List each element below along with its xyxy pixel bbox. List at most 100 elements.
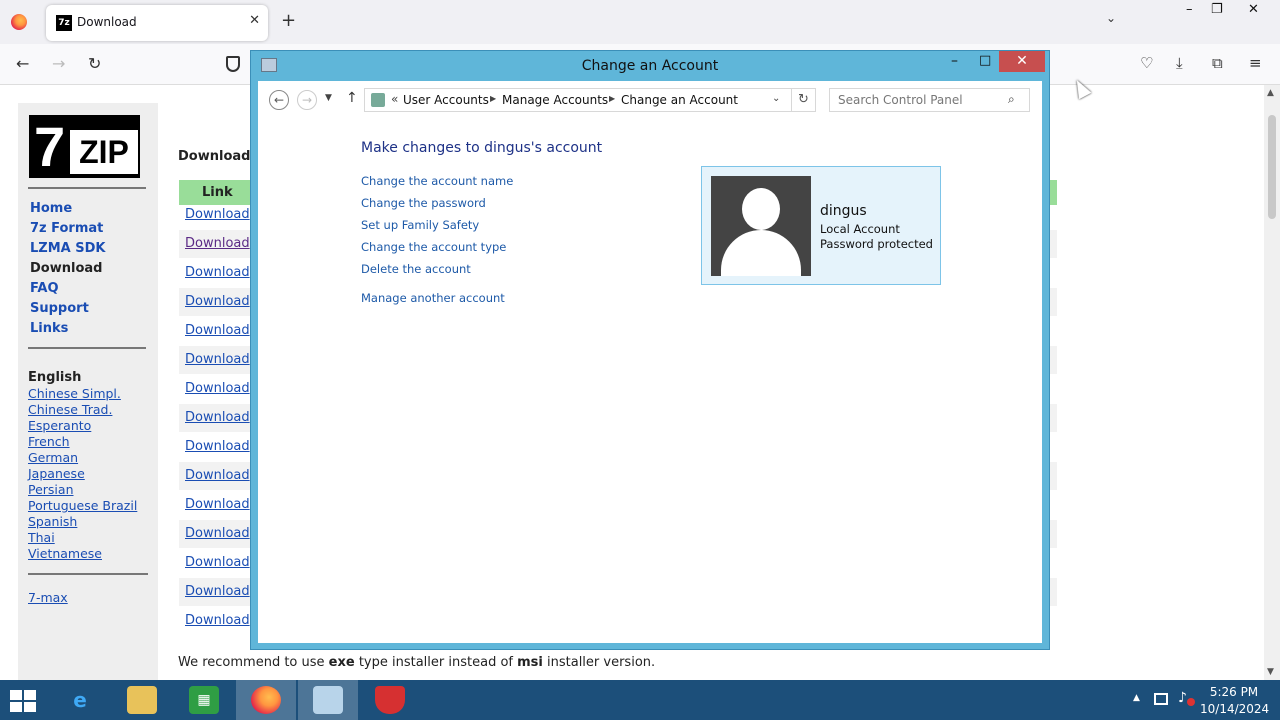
- page-scrollbar[interactable]: ▲ ▼: [1264, 85, 1280, 680]
- folder-icon: [127, 686, 157, 714]
- tab-download[interactable]: 7z Download ✕: [46, 5, 268, 41]
- download-link[interactable]: Download: [185, 352, 250, 367]
- language-heading: English: [28, 370, 82, 385]
- menu-7z-format[interactable]: 7z Format: [30, 221, 103, 236]
- menu-lzma-sdk[interactable]: LZMA SDK: [30, 241, 105, 256]
- up-level-icon[interactable]: ↑: [346, 90, 358, 106]
- menu-support[interactable]: Support: [30, 301, 89, 316]
- lang-vietnamese[interactable]: Vietnamese: [28, 546, 102, 561]
- lang-spanish[interactable]: Spanish: [28, 514, 77, 529]
- lang-german[interactable]: German: [28, 450, 78, 465]
- download-link[interactable]: Download: [185, 265, 250, 280]
- tab-title: Download: [77, 15, 137, 29]
- 7zip-logo[interactable]: 7 ZIP: [29, 115, 140, 178]
- manage-another-account-link[interactable]: Manage another account: [361, 291, 505, 305]
- taskbar-file-explorer[interactable]: [112, 680, 172, 720]
- address-dropdown-icon[interactable]: ⌄: [772, 93, 780, 104]
- change-account-name-link[interactable]: Change the account name: [361, 174, 513, 188]
- lang-thai[interactable]: Thai: [28, 530, 55, 545]
- download-link[interactable]: Download: [185, 207, 250, 222]
- download-link[interactable]: Download: [185, 323, 250, 338]
- scroll-up-icon[interactable]: ▲: [1267, 88, 1274, 98]
- window-titlebar[interactable]: Change an Account – □ ✕: [251, 51, 1049, 81]
- recent-locations-chevron-icon[interactable]: ▼: [325, 93, 332, 103]
- taskbar-internet-explorer[interactable]: e: [50, 680, 110, 720]
- download-link[interactable]: Download: [185, 555, 250, 570]
- breadcrumb-arrow-icon[interactable]: ▶: [609, 94, 615, 103]
- lang-chinese-simpl[interactable]: Chinese Simpl.: [28, 386, 121, 401]
- download-link[interactable]: Download: [185, 439, 250, 454]
- taskbar-control-panel[interactable]: [298, 680, 358, 720]
- download-link[interactable]: Download: [185, 236, 250, 251]
- firefox-icon: [251, 686, 281, 714]
- download-link[interactable]: Download: [185, 468, 250, 483]
- logo-seven: 7: [34, 115, 66, 178]
- extensions-icon[interactable]: ⧉: [1212, 54, 1223, 72]
- firefox-logo-icon[interactable]: [11, 14, 27, 30]
- breadcrumb[interactable]: « User Accounts ▶ Manage Accounts ▶ Chan…: [364, 88, 792, 112]
- download-heading: Download: [178, 149, 251, 164]
- download-link[interactable]: Download: [185, 526, 250, 541]
- lang-chinese-trad[interactable]: Chinese Trad.: [28, 402, 112, 417]
- download-link[interactable]: Download: [185, 613, 250, 628]
- lang-persian[interactable]: Persian: [28, 482, 74, 497]
- clock-date[interactable]: 10/14/2024: [1200, 702, 1269, 716]
- tracking-shield-icon[interactable]: [226, 56, 240, 72]
- breadcrumb-overflow[interactable]: «: [391, 92, 398, 106]
- downloads-icon[interactable]: ⤓: [1176, 54, 1183, 72]
- scroll-down-icon[interactable]: ▼: [1267, 667, 1274, 677]
- taskbar-firefox[interactable]: [236, 680, 296, 720]
- delete-account-link[interactable]: Delete the account: [361, 262, 471, 276]
- download-link[interactable]: Download: [185, 381, 250, 396]
- family-safety-link[interactable]: Set up Family Safety: [361, 218, 479, 232]
- reload-icon[interactable]: ↻: [88, 54, 101, 73]
- menu-links[interactable]: Links: [30, 321, 68, 336]
- pocket-icon[interactable]: ♡: [1140, 54, 1153, 72]
- back-button[interactable]: ←: [269, 90, 289, 110]
- breadcrumb-user-accounts[interactable]: User Accounts: [403, 93, 489, 107]
- menu-faq[interactable]: FAQ: [30, 281, 59, 296]
- search-icon[interactable]: ⌕: [1008, 92, 1015, 107]
- taskbar-security[interactable]: [360, 680, 420, 720]
- control-panel-icon: [313, 686, 343, 714]
- search-control-panel-input[interactable]: Search Control Panel: [829, 88, 1030, 112]
- change-password-link[interactable]: Change the password: [361, 196, 486, 210]
- menu-home[interactable]: Home: [30, 201, 72, 216]
- breadcrumb-arrow-icon[interactable]: ▶: [490, 94, 496, 103]
- lang-japanese[interactable]: Japanese: [28, 466, 85, 481]
- forward-button[interactable]: →: [297, 90, 317, 110]
- control-panel-window: Change an Account – □ ✕ ← → ▼ ↑ « User A…: [250, 50, 1050, 650]
- scroll-thumb[interactable]: [1268, 115, 1276, 219]
- download-link[interactable]: Download: [185, 294, 250, 309]
- breadcrumb-change-account[interactable]: Change an Account: [621, 93, 738, 107]
- refresh-icon[interactable]: ↻: [792, 88, 816, 112]
- download-link[interactable]: Download: [185, 584, 250, 599]
- lang-portuguese-brazil[interactable]: Portuguese Brazil: [28, 498, 137, 513]
- window-close-button[interactable]: ✕: [999, 51, 1045, 72]
- link-7-max[interactable]: 7-max: [28, 590, 68, 605]
- download-link[interactable]: Download: [185, 497, 250, 512]
- download-link[interactable]: Download: [185, 410, 250, 425]
- lang-french[interactable]: French: [28, 434, 70, 449]
- forward-arrow-icon[interactable]: →: [52, 54, 65, 73]
- hamburger-menu-icon[interactable]: ≡: [1249, 54, 1262, 72]
- clock-time[interactable]: 5:26 PM: [1200, 685, 1268, 699]
- tab-list-chevron-icon[interactable]: ⌄: [1106, 11, 1116, 25]
- taskbar-store[interactable]: ▦: [174, 680, 234, 720]
- network-icon[interactable]: [1154, 693, 1168, 705]
- start-button[interactable]: [10, 690, 38, 712]
- restore-icon[interactable]: ❐: [1211, 2, 1223, 17]
- back-arrow-icon[interactable]: ←: [16, 54, 29, 73]
- window-maximize-button[interactable]: □: [979, 53, 991, 68]
- volume-icon[interactable]: ♪: [1178, 690, 1187, 706]
- lang-esperanto[interactable]: Esperanto: [28, 418, 91, 433]
- new-tab-icon[interactable]: +: [281, 10, 296, 31]
- window-minimize-button[interactable]: –: [951, 53, 958, 69]
- breadcrumb-manage-accounts[interactable]: Manage Accounts: [502, 93, 608, 107]
- account-type: Local Account: [820, 222, 900, 236]
- minimize-icon[interactable]: –: [1186, 2, 1193, 17]
- close-window-icon[interactable]: ✕: [1248, 2, 1259, 17]
- show-hidden-icons-icon[interactable]: ▲: [1133, 693, 1140, 703]
- change-account-type-link[interactable]: Change the account type: [361, 240, 506, 254]
- close-tab-icon[interactable]: ✕: [249, 13, 260, 28]
